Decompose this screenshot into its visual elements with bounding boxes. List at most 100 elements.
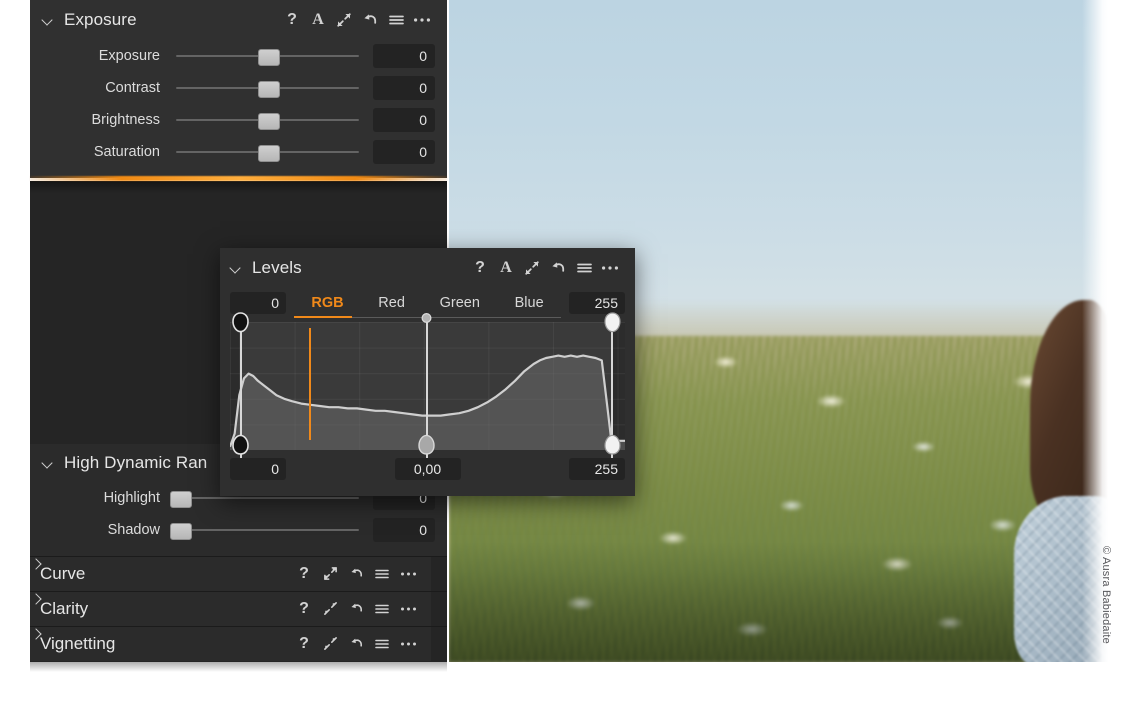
exposure-panel-header[interactable]: Exposure ? A	[30, 0, 447, 40]
chevron-down-icon[interactable]	[40, 455, 56, 471]
reset-icon[interactable]	[343, 597, 369, 621]
panel-title-vignetting: Vignetting	[40, 633, 116, 653]
help-icon[interactable]: ?	[291, 562, 317, 586]
exposure-panel-icons: ? A	[279, 8, 435, 32]
black-point-handle-top[interactable]	[232, 312, 250, 338]
output-black-field[interactable]: 0	[230, 458, 286, 480]
slider-value-saturation[interactable]: 0	[373, 140, 435, 164]
slider-row-shadow: Shadow 0	[30, 514, 447, 546]
more-icon[interactable]	[597, 256, 623, 280]
panel-divider	[30, 556, 447, 557]
slider-handle[interactable]	[169, 491, 192, 508]
menu-icon[interactable]	[369, 597, 395, 621]
slider-contrast[interactable]	[176, 77, 359, 99]
input-white-field[interactable]: 255	[569, 292, 625, 314]
slider-label-exposure: Exposure	[98, 48, 160, 64]
gamma-handle-bottom[interactable]	[418, 434, 435, 460]
reset-icon[interactable]	[343, 562, 369, 586]
chevron-down-icon[interactable]	[40, 12, 56, 28]
tab-active-underline	[294, 316, 352, 318]
slider-handle[interactable]	[257, 145, 280, 162]
panel-icons-curve: ?	[291, 562, 421, 586]
levels-panel-title: Levels	[252, 258, 302, 277]
tab-red[interactable]: Red	[372, 288, 411, 318]
panel-curve[interactable]: Curve ?	[30, 556, 431, 591]
slider-handle[interactable]	[257, 81, 280, 98]
photo-credit: © Ausra Babiedaite	[1100, 546, 1112, 644]
slider-value-contrast[interactable]: 0	[373, 76, 435, 100]
slider-shadow[interactable]	[169, 519, 359, 541]
slider-row-saturation: Saturation 0	[30, 136, 447, 168]
expand-icon[interactable]	[317, 597, 343, 621]
slider-label-contrast: Contrast	[105, 80, 160, 96]
slider-saturation[interactable]	[176, 141, 359, 163]
slider-brightness[interactable]	[176, 109, 359, 131]
more-icon[interactable]	[395, 562, 421, 586]
slider-row-contrast: Contrast 0	[30, 72, 447, 104]
slider-value-brightness[interactable]: 0	[373, 108, 435, 132]
input-black-field[interactable]: 0	[230, 292, 286, 314]
more-icon[interactable]	[395, 632, 421, 656]
tab-green[interactable]: Green	[434, 288, 486, 318]
panel-divider	[30, 626, 447, 627]
slider-track	[176, 497, 359, 499]
slider-label-shadow: Shadow	[107, 522, 160, 538]
help-icon[interactable]: ?	[291, 632, 317, 656]
slider-label-saturation: Saturation	[93, 144, 160, 160]
reset-icon[interactable]	[343, 632, 369, 656]
slider-handle[interactable]	[257, 49, 280, 66]
expand-icon[interactable]	[317, 632, 343, 656]
menu-icon[interactable]	[369, 632, 395, 656]
gamma-marker[interactable]	[418, 312, 435, 458]
clip-indicator	[309, 328, 311, 440]
menu-icon[interactable]	[383, 8, 409, 32]
expand-icon[interactable]	[519, 256, 545, 280]
help-icon[interactable]: ?	[279, 8, 305, 32]
levels-histogram[interactable]	[230, 312, 625, 458]
panel-icons-vignetting: ?	[291, 632, 421, 656]
output-white-field[interactable]: 255	[569, 458, 625, 480]
slider-row-brightness: Brightness 0	[30, 104, 447, 136]
black-point-marker[interactable]	[232, 312, 250, 458]
levels-panel-header[interactable]: Levels ? A	[220, 248, 635, 288]
slider-exposure[interactable]	[176, 45, 359, 67]
slider-handle[interactable]	[169, 523, 192, 540]
levels-panel-icons: ? A	[467, 256, 623, 280]
expand-icon[interactable]	[317, 562, 343, 586]
panel-icons-clarity: ?	[291, 597, 421, 621]
slider-value-exposure[interactable]: 0	[373, 44, 435, 68]
tab-blue[interactable]: Blue	[509, 288, 550, 318]
reset-icon[interactable]	[357, 8, 383, 32]
levels-output-row: 0 0,00 255	[230, 458, 625, 480]
gamma-field[interactable]: 0,00	[394, 458, 461, 480]
reset-icon[interactable]	[545, 256, 571, 280]
more-icon[interactable]	[409, 8, 435, 32]
panel-clarity[interactable]: Clarity ?	[30, 591, 431, 626]
menu-icon[interactable]	[369, 562, 395, 586]
panel-vignetting[interactable]: Vignetting ?	[30, 626, 431, 661]
auto-icon[interactable]: A	[305, 8, 331, 32]
panel-title-curve: Curve	[40, 563, 86, 583]
gamma-handle-top[interactable]	[418, 312, 435, 338]
tab-rgb[interactable]: RGB	[305, 288, 349, 318]
white-point-handle-top[interactable]	[604, 312, 621, 338]
panel-bottom-shadow	[30, 662, 447, 672]
slider-value-shadow[interactable]: 0	[373, 518, 435, 542]
menu-icon[interactable]	[571, 256, 597, 280]
slider-row-exposure: Exposure 0	[30, 40, 447, 72]
app-screenshot: © Ausra Babiedaite High Dynamic Ran High…	[0, 0, 1140, 706]
help-icon[interactable]: ?	[291, 597, 317, 621]
panel-divider	[30, 591, 447, 592]
chevron-down-icon[interactable]	[228, 260, 244, 276]
slider-handle[interactable]	[257, 113, 280, 130]
more-icon[interactable]	[395, 597, 421, 621]
help-icon[interactable]: ?	[467, 256, 493, 280]
auto-icon[interactable]: A	[493, 256, 519, 280]
exposure-panel: Exposure ? A Exposure 0 Contrast 0 Brigh…	[30, 0, 447, 178]
black-point-handle-bottom[interactable]	[232, 434, 250, 460]
white-point-marker[interactable]	[604, 312, 621, 458]
exposure-panel-shadow	[30, 181, 447, 193]
expand-icon[interactable]	[331, 8, 357, 32]
white-point-handle-bottom[interactable]	[604, 434, 621, 460]
exposure-panel-title: Exposure	[64, 10, 137, 29]
